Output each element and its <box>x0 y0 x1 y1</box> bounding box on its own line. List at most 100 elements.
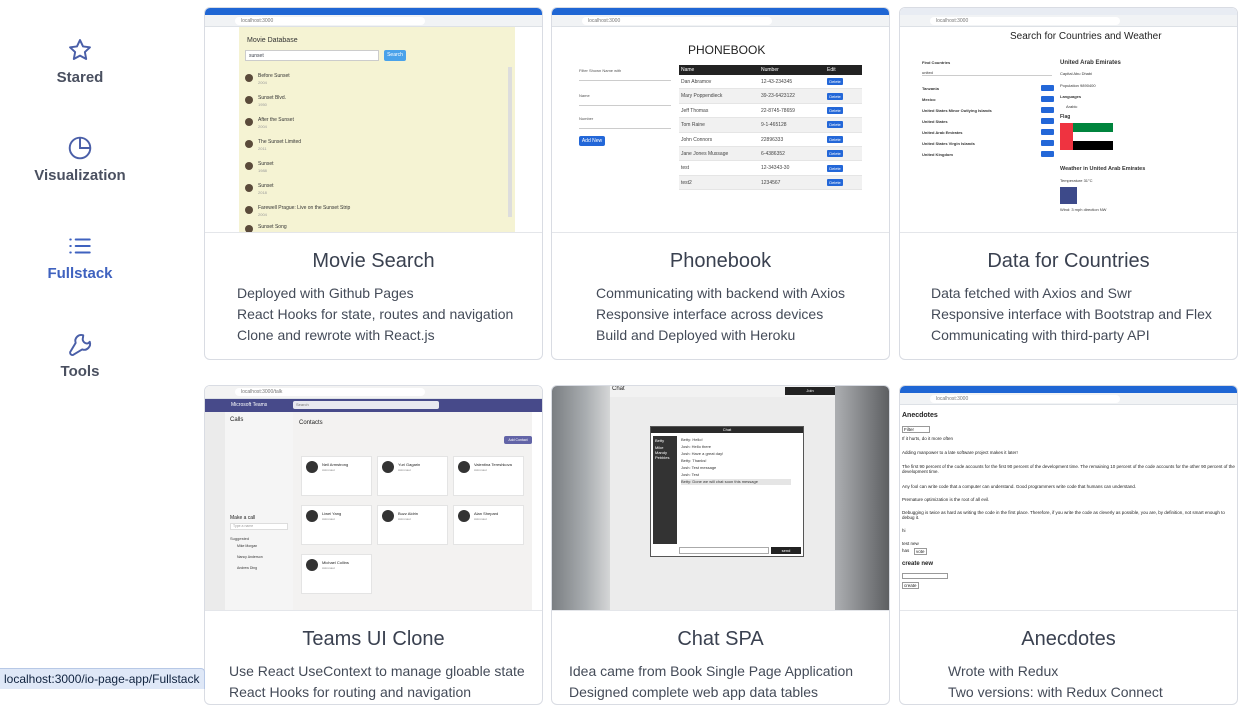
show-button <box>1041 85 1054 91</box>
project-screenshot: localhost:3000 Movie Database sunset Sea… <box>205 8 542 233</box>
contact-card: Neil ArmstrongAstronaut <box>301 456 372 496</box>
phonebook-table: Name Number Edit Dan Abramov12-43-234345… <box>679 65 862 190</box>
add-contact-button: Add Contact <box>504 436 532 444</box>
list-icon <box>67 233 93 259</box>
anecdote-text: If it hurts, do it more often <box>902 436 953 441</box>
cell: Mary Poppendieck <box>679 89 761 102</box>
country-name: United Arab Emirates <box>1060 60 1121 66</box>
anecdote-text: test new <box>902 541 919 546</box>
contact-role: Astronaut <box>398 468 411 472</box>
card-title[interactable]: Data for Countries <box>900 250 1237 273</box>
delete-button: Delete <box>827 136 843 143</box>
suggested-person: Andrew Ding <box>237 566 257 570</box>
avatar <box>306 510 318 522</box>
table-row: Tom Raine9-1-465128Delete <box>679 118 862 132</box>
card-title[interactable]: Movie Search <box>205 250 542 273</box>
movie-title: Sunset <box>258 183 274 189</box>
contacts-title: Contacts <box>299 420 323 426</box>
cell: 22896333 <box>761 133 827 146</box>
movie-year: 2015 <box>258 231 267 233</box>
card-line: React Hooks for state, routes and naviga… <box>237 304 542 325</box>
card-line: Responsive interface with Bootstrap and … <box>931 304 1237 325</box>
project-card-phonebook[interactable]: localhost:3000 PHONEBOOK Filter Shown Na… <box>551 7 890 360</box>
card-title[interactable]: Chat SPA <box>552 628 889 651</box>
delete-button: Delete <box>827 179 843 186</box>
movie-title: After the Sunset <box>258 117 294 123</box>
star-icon <box>67 37 93 63</box>
browser-url: localhost:3000 <box>930 395 1120 403</box>
card-title[interactable]: Teams UI Clone <box>205 628 542 651</box>
wind-text: Wind: 3 mph direction NW <box>1060 207 1106 212</box>
sidebar: Stared Visualization Fullstack Tools <box>0 0 160 689</box>
card-line: Two versions: with Redux Connect <box>948 682 1237 703</box>
chat-message: Betty: Hello! <box>681 437 791 443</box>
sidebar-item-stared[interactable]: Stared <box>0 37 160 86</box>
movie-search-input: sunset <box>245 50 379 61</box>
contact-role: Astronaut <box>322 566 335 570</box>
teams-contacts-panel: Contacts Add Contact Neil ArmstrongAstro… <box>293 412 532 611</box>
movie-title: Sunset Song <box>258 224 287 230</box>
sidebar-item-fullstack[interactable]: Fullstack <box>0 233 160 282</box>
app-title: Microsoft Teams <box>231 402 267 408</box>
show-button <box>1041 129 1054 135</box>
delete-button: Delete <box>827 165 843 172</box>
filter-input: Filter <box>902 426 930 433</box>
list-item: The Sunset Limited2011 <box>245 138 365 152</box>
sidebar-item-visualization[interactable]: Visualization <box>0 135 160 184</box>
poster-icon <box>245 96 253 104</box>
avatar <box>458 510 470 522</box>
browser-url: localhost:3000/talk <box>235 388 425 396</box>
show-button <box>1041 118 1054 124</box>
country-item: United States <box>922 119 948 124</box>
chat-user-list: Betty Mike Mandy Pebbles <box>653 436 677 544</box>
cell: Dan Abramov <box>679 75 761 88</box>
movie-year: 2004 <box>258 80 267 85</box>
wrench-icon <box>67 331 93 357</box>
contact-name: Liwei Yang <box>322 511 341 516</box>
contact-role: Astronaut <box>322 468 335 472</box>
movie-title: Before Sunset <box>258 73 290 79</box>
card-line: Idea came from Book Single Page Applicat… <box>569 661 889 682</box>
chat-message: Josh: Test message <box>681 465 791 471</box>
card-title[interactable]: Phonebook <box>552 250 889 273</box>
list-item: Farewell Prague: Live on the Sunset Stri… <box>245 204 405 218</box>
browser-toolbar: localhost:3000/talk <box>205 386 542 399</box>
name-field <box>579 105 671 106</box>
chat-user: Betty <box>653 436 677 445</box>
chat-message: Josh: Have a great day! <box>681 451 791 457</box>
project-card-movie-search[interactable]: localhost:3000 Movie Database sunset Sea… <box>204 7 543 360</box>
project-card-chat[interactable]: Chat Join Chat Betty Mike Mandy Pebbles … <box>551 385 890 705</box>
avatar <box>306 461 318 473</box>
browser-toolbar: localhost:3000 <box>900 15 1237 27</box>
vote-count: has <box>902 548 909 553</box>
movie-title: Sunset Blvd. <box>258 95 286 101</box>
contact-card: Buzz AldrinAstronaut <box>377 505 448 545</box>
contact-role: Astronaut <box>322 517 335 521</box>
sidebar-item-tools[interactable]: Tools <box>0 331 160 380</box>
movie-year: 2004 <box>258 212 267 217</box>
contact-name: Alan Shepard <box>474 511 498 516</box>
sidebar-item-label: Stared <box>57 69 104 86</box>
list-item: Sunset Song2015 <box>245 223 365 233</box>
anecdote-text: hi <box>902 528 906 533</box>
cell: Tom Raine <box>679 118 761 131</box>
table-row: Jeff Thomas22-8745-78659Delete <box>679 104 862 118</box>
table-row: Dan Abramov12-43-234345Delete <box>679 75 862 89</box>
cell: 39-23-6423122 <box>761 89 827 102</box>
language-item: Arabic <box>1066 104 1077 109</box>
capital-text: Capital Abu Dhabi <box>1060 71 1092 76</box>
add-new-button: Add New <box>579 136 605 146</box>
project-card-teams[interactable]: localhost:3000/talk Microsoft Teams Sear… <box>204 385 543 705</box>
card-description: Deployed with Github Pages React Hooks f… <box>205 283 542 346</box>
card-title[interactable]: Anecdotes <box>900 628 1237 651</box>
project-card-anecdotes[interactable]: localhost:3000 Anecdotes Filter If it hu… <box>899 385 1238 705</box>
list-item: Sunset Blvd.1950 <box>245 94 365 108</box>
list-item: After the Sunset2004 <box>245 116 365 130</box>
card-line: React Hooks for routing and navigation <box>229 682 542 703</box>
uae-flag-icon <box>1060 123 1113 150</box>
project-card-countries[interactable]: localhost:3000 Search for Countries and … <box>899 7 1238 360</box>
delete-button: Delete <box>827 107 843 114</box>
country-item: United States Minor Outlying Islands <box>922 108 992 113</box>
cell: Jane Jones Mussage <box>679 147 761 160</box>
show-button <box>1041 140 1054 146</box>
